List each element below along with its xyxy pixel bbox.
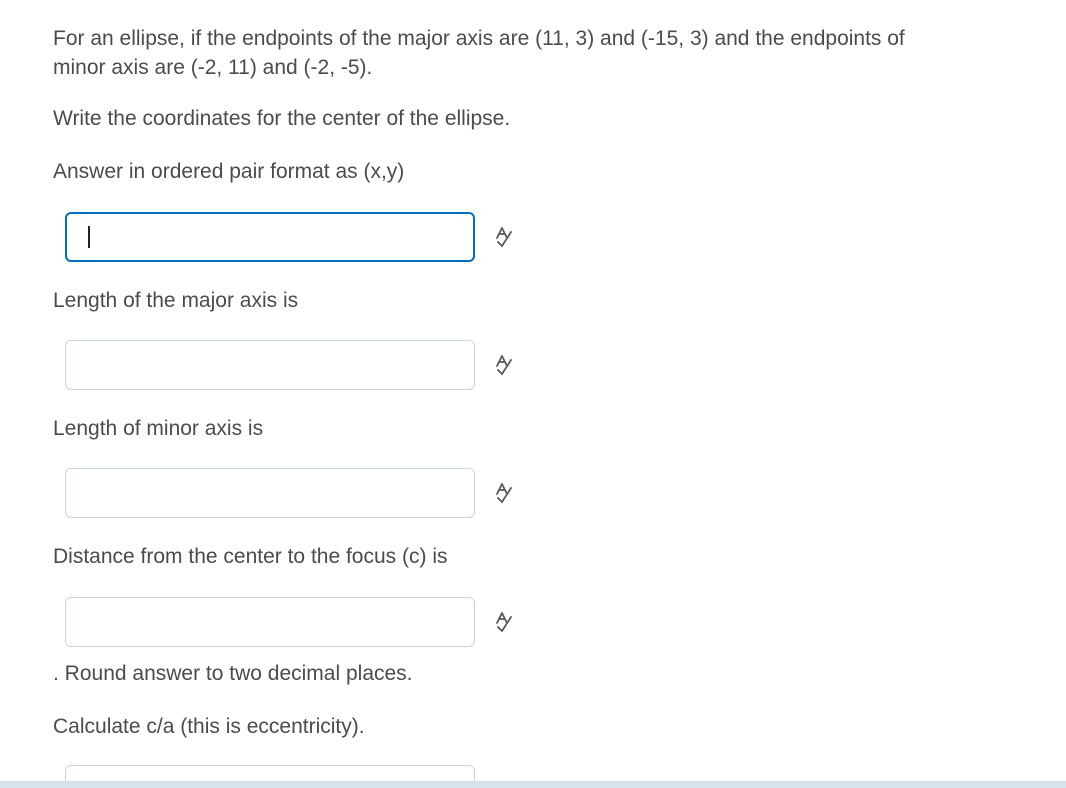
major-axis-prompt: Length of the major axis is (53, 289, 299, 312)
center-answer-input[interactable] (65, 212, 475, 262)
text-cursor (88, 226, 90, 248)
minor-axis-prompt: Length of minor axis is (53, 417, 264, 440)
equation-editor-icon[interactable] (493, 354, 515, 376)
minor-axis-answer-input[interactable] (65, 468, 475, 518)
center-prompt: Write the coordinates for the center of … (53, 107, 511, 130)
focus-distance-prompt: Distance from the center to the focus (c… (53, 545, 448, 568)
eccentricity-prompt: Calculate c/a (this is eccentricity). (53, 715, 365, 738)
equation-editor-icon[interactable] (493, 611, 515, 633)
major-axis-answer-input[interactable] (65, 340, 475, 390)
focus-distance-answer-input[interactable] (65, 597, 475, 647)
format-prompt: Answer in ordered pair format as (x,y) (53, 160, 405, 183)
equation-editor-icon[interactable] (493, 226, 515, 248)
rounding-note: . Round answer to two decimal places. (53, 662, 413, 685)
bottom-scroll-edge (0, 781, 1066, 788)
quiz-page: For an ellipse, if the endpoints of the … (0, 0, 1066, 788)
equation-editor-icon[interactable] (493, 482, 515, 504)
question-intro: For an ellipse, if the endpoints of the … (53, 27, 905, 79)
